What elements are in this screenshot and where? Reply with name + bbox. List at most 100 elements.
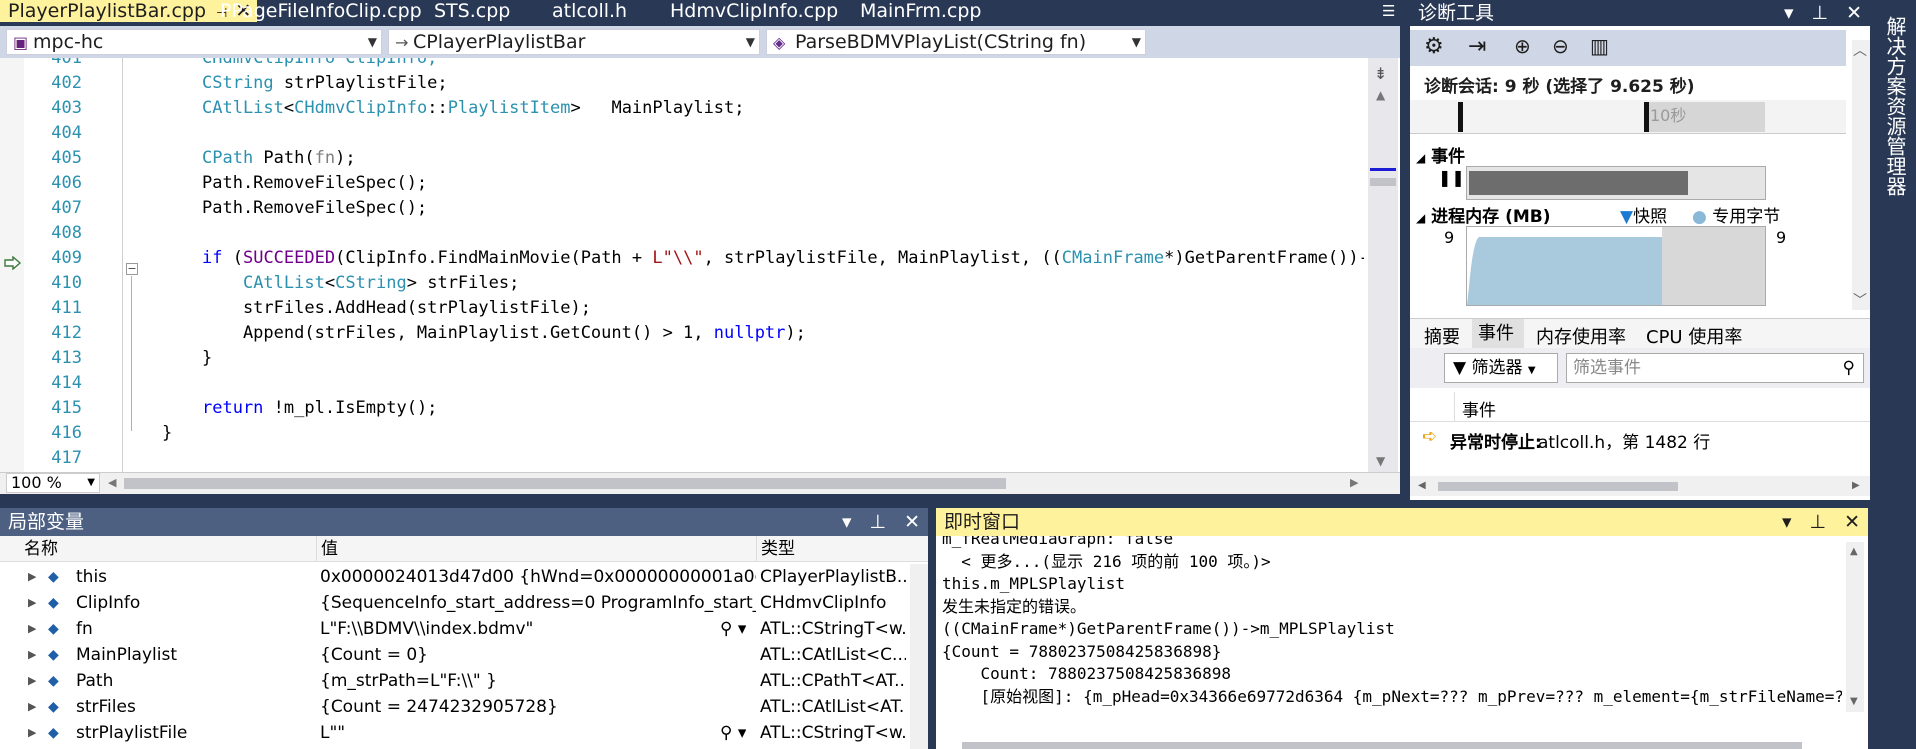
tab-playerplaylistbar[interactable]: PlayerPlaylistBar.cpp ⊣ ✕: [0, 0, 258, 22]
expand-icon[interactable]: ▶: [28, 668, 36, 694]
tab-ppagefileinfoclip[interactable]: PPageFileInfoClip.cpp: [220, 0, 422, 22]
filter-events-input[interactable]: 筛选事件 ⚲: [1566, 353, 1864, 383]
pin-icon[interactable]: ⊥: [1812, 2, 1829, 24]
close-icon[interactable]: ✕: [1846, 2, 1862, 24]
expand-icon[interactable]: ▶: [28, 616, 36, 642]
immediate-vertical-scrollbar[interactable]: ▲ ▼: [1846, 542, 1864, 712]
project-dropdown[interactable]: ▣ mpc-hc ▼: [6, 29, 382, 55]
locals-row[interactable]: ▶ ◆ ClipInfo {SequenceInfo_start_address=0 …: [0, 590, 928, 616]
class-dropdown[interactable]: → CPlayerPlaylistBar ▼: [388, 29, 760, 55]
locals-row[interactable]: ▶ ◆ strFiles {Count = 2474232905728} ATL::CA…: [0, 694, 928, 720]
dropdown-icon[interactable]: ▾: [1782, 511, 1792, 533]
selection-start-handle[interactable]: [1458, 102, 1463, 132]
tab-cpu-usage[interactable]: CPU 使用率: [1646, 323, 1742, 349]
method-dropdown[interactable]: ◈ ParseBDMVPlayList(CString fn) ▼: [766, 29, 1146, 55]
diagnostics-vertical-scrollbar[interactable]: ︿ ﹀: [1852, 40, 1870, 310]
column-value[interactable]: 值: [316, 536, 756, 562]
variable-name: this: [76, 567, 108, 587]
private-bytes-dot-icon: ●: [1692, 207, 1707, 227]
pause-icon[interactable]: ❚❚: [1438, 168, 1465, 187]
horizontal-scroll-thumb[interactable]: [124, 478, 1006, 489]
variable-value[interactable]: {SequenceInfo_start_address=0 ProgramInf…: [320, 590, 756, 616]
scroll-down-icon[interactable]: ▼: [1376, 454, 1385, 468]
pin-icon[interactable]: ⊥: [870, 511, 887, 533]
immediate-line: 发生未指定的错误。: [942, 596, 1087, 616]
immediate-title: 即时窗口 ▾ ⊥ ✕: [936, 508, 1868, 536]
tab-hdmvclipinfo[interactable]: HdmvClipInfo.cpp: [670, 0, 838, 22]
solution-explorer-tab[interactable]: 解决方案资源管理器: [1880, 16, 1907, 196]
chevron-down-icon: ▼: [1527, 365, 1536, 376]
expand-icon[interactable]: ▶: [28, 720, 36, 746]
events-column-header[interactable]: 事件: [1410, 392, 1870, 422]
scroll-left-icon[interactable]: ◀: [108, 476, 116, 489]
solution-explorer-strip[interactable]: 解决方案资源管理器: [1872, 0, 1916, 749]
locals-row[interactable]: ▶ ◆ this 0x0000024013d47d00 {hWnd=0x0000000…: [0, 564, 928, 590]
split-icon[interactable]: ⇟: [1374, 64, 1387, 83]
search-icon[interactable]: ⚲: [1843, 354, 1855, 382]
pin-icon[interactable]: ⊥: [1810, 511, 1827, 533]
variable-value[interactable]: {Count = 2474232905728}: [320, 694, 756, 720]
locals-row[interactable]: ▶ ◆ strPlaylistFile L"" ⚲ ▾ ATL::CStringT<w..…: [0, 720, 928, 746]
memory-section-header[interactable]: ◢ 进程内存 (MB): [1416, 202, 1551, 227]
scroll-up-icon[interactable]: ▲: [1376, 88, 1385, 102]
expand-icon[interactable]: ▶: [28, 694, 36, 720]
scroll-thumb[interactable]: [1370, 178, 1396, 186]
scroll-up-icon[interactable]: ︿: [1853, 40, 1867, 60]
timeline-ruler[interactable]: 10秒: [1410, 100, 1846, 134]
tab-sts[interactable]: STS.cpp: [434, 0, 510, 22]
variable-cube-icon: ◆: [48, 647, 59, 663]
text-visualizer-search-icon[interactable]: ⚲ ▾: [720, 616, 746, 642]
immediate-horizontal-scroll-thumb[interactable]: [962, 742, 1802, 749]
variable-value[interactable]: {m_strPath=L"F:\\" }: [320, 668, 756, 694]
expand-icon[interactable]: ▶: [28, 642, 36, 668]
immediate-output[interactable]: m_fRealMediaGraph: false < 更多...(显示 216 …: [942, 536, 1842, 749]
diagnostics-horizontal-scrollbar[interactable]: ◀ ▶: [1410, 476, 1870, 496]
expand-icon[interactable]: ▶: [28, 564, 36, 590]
locals-row[interactable]: ▶ ◆ MainPlaylist {Count = 0} ATL::CAtlList<C…: [0, 642, 928, 668]
variable-value[interactable]: L"": [320, 720, 700, 746]
editor-vertical-scrollbar[interactable]: ⇟ ▲ ▼: [1368, 58, 1398, 472]
tab-atlcoll[interactable]: atlcoll.h: [552, 0, 627, 22]
event-row[interactable]: ➪ 异常时停止: atlcoll.h，第 1482 行: [1410, 424, 1870, 454]
filter-row: ▼ 筛选器 ▼ 筛选事件 ⚲: [1410, 348, 1870, 388]
scroll-thumb[interactable]: [1438, 482, 1678, 491]
events-section-header[interactable]: ◢ 事件: [1416, 142, 1465, 167]
locals-vertical-scrollbar[interactable]: [910, 564, 928, 749]
memory-chart: [1466, 226, 1766, 306]
variable-cube-icon: ◆: [48, 725, 59, 741]
bar-chart-icon[interactable]: ▥: [1590, 34, 1609, 58]
variable-value[interactable]: 0x0000024013d47d00 {hWnd=0x00000000001a0…: [320, 564, 756, 590]
filter-dropdown[interactable]: ▼ 筛选器 ▼: [1444, 353, 1558, 383]
tab-memory-usage[interactable]: 内存使用率: [1536, 323, 1626, 349]
close-icon[interactable]: ✕: [1844, 511, 1860, 533]
column-type[interactable]: 类型: [756, 536, 906, 562]
zoom-out-icon[interactable]: ⊖: [1552, 34, 1569, 58]
scroll-right-icon[interactable]: ▶: [1852, 480, 1860, 491]
dropdown-icon[interactable]: ▾: [842, 511, 852, 533]
locals-row[interactable]: ▶ ◆ fn L"F:\\BDMV\\index.bdmv" ⚲ ▾ ATL::CStri…: [0, 616, 928, 642]
scroll-down-icon[interactable]: ▼: [1850, 696, 1858, 707]
collapse-icon[interactable]: −: [126, 263, 138, 275]
dropdown-icon[interactable]: ▾: [1784, 2, 1794, 24]
tab-events[interactable]: 事件: [1472, 319, 1524, 349]
tab-overflow-icon[interactable]: ☰: [1382, 0, 1395, 22]
tab-mainfrm[interactable]: MainFrm.cpp: [860, 0, 982, 22]
text-visualizer-search-icon[interactable]: ⚲ ▾: [720, 720, 746, 746]
variable-value[interactable]: {Count = 0}: [320, 642, 756, 668]
column-name[interactable]: 名称: [24, 536, 314, 562]
tab-summary[interactable]: 摘要: [1424, 323, 1460, 349]
zoom-dropdown[interactable]: 100 % ▼: [6, 473, 100, 493]
zoom-in-icon[interactable]: ⊕: [1514, 34, 1531, 58]
code-editor[interactable]: 401 CHdmvClipInfo ClipInfo; 402 CString st…: [0, 58, 1400, 472]
scroll-left-icon[interactable]: ◀: [1418, 480, 1426, 491]
variable-value[interactable]: L"F:\\BDMV\\index.bdmv": [320, 616, 700, 642]
close-icon[interactable]: ✕: [904, 511, 920, 533]
scroll-right-icon[interactable]: ▶: [1350, 476, 1358, 489]
settings-gear-icon[interactable]: ⚙: [1424, 34, 1444, 59]
export-icon[interactable]: ⇥: [1468, 34, 1486, 59]
scroll-up-icon[interactable]: ▲: [1850, 546, 1858, 557]
expand-icon[interactable]: ▶: [28, 590, 36, 616]
locals-row[interactable]: ▶ ◆ Path {m_strPath=L"F:\\" } ATL::CPathT<AT…: [0, 668, 928, 694]
scroll-down-icon[interactable]: ﹀: [1853, 290, 1867, 310]
code-line-current: 409 if (SUCCEEDED(ClipInfo.FindMainMovie(…: [51, 248, 1364, 268]
